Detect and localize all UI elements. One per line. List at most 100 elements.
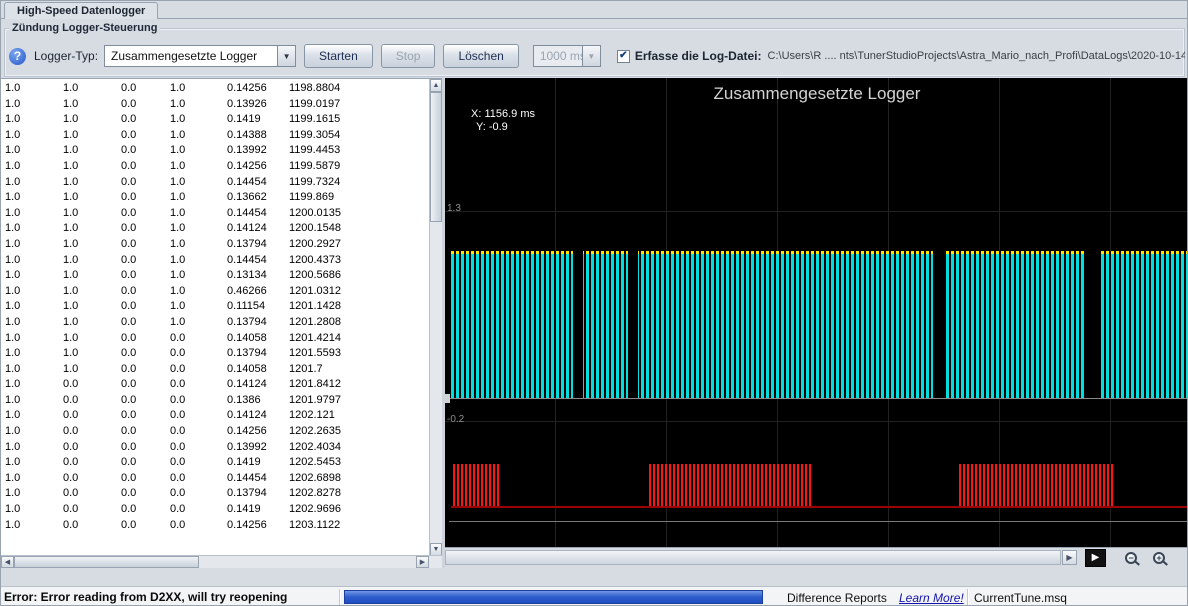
table-row[interactable]: 1.01.00.01.00.141241200.1548: [1, 221, 429, 237]
horizontal-scroll-thumb[interactable]: [14, 556, 199, 568]
table-row[interactable]: 1.01.00.00.00.140581201.4214: [1, 331, 429, 347]
table-row[interactable]: 1.01.00.01.00.14191199.1615: [1, 112, 429, 128]
table-cell: 1200.1548: [289, 221, 429, 237]
table-cell: 0.0: [63, 486, 121, 502]
table-row[interactable]: 1.01.00.01.00.111541201.1428: [1, 299, 429, 315]
table-cell: 0.0: [63, 502, 121, 518]
table-row[interactable]: 1.00.00.00.00.144541202.6898: [1, 471, 429, 487]
table-cell: 1201.1428: [289, 299, 429, 315]
zoom-in-button[interactable]: +: [1147, 549, 1171, 567]
table-cell: 0.0: [63, 440, 121, 456]
table-row[interactable]: 1.01.00.01.00.139921199.4453: [1, 143, 429, 159]
table-cell: 1199.3054: [289, 128, 429, 144]
axis-label-top: 1.3: [447, 203, 461, 214]
table-cell: 1.0: [63, 346, 121, 362]
table-cell: 0.14124: [227, 377, 289, 393]
table-row[interactable]: 1.00.00.00.00.141241201.8412: [1, 377, 429, 393]
plus-glyph: +: [1156, 554, 1161, 563]
capture-log-checkbox[interactable]: ✔: [617, 50, 630, 63]
table-row[interactable]: 1.01.00.01.00.137941201.2808: [1, 315, 429, 331]
scroll-left-arrow-icon[interactable]: ◀: [1, 556, 14, 568]
table-cell: 1202.2635: [289, 424, 429, 440]
table-cell: 1.0: [170, 128, 227, 144]
table-cell: 1.0: [170, 284, 227, 300]
table-row[interactable]: 1.01.00.01.00.142561198.8804: [1, 81, 429, 97]
table-row[interactable]: 1.01.00.01.00.462661201.0312: [1, 284, 429, 300]
interval-combobox[interactable]: 1000 ms ▼: [533, 45, 601, 67]
table-cell: 1.0: [170, 97, 227, 113]
table-cell: 1.0: [5, 518, 63, 534]
scroll-up-arrow-icon[interactable]: ▲: [430, 79, 442, 92]
difference-reports-label[interactable]: Difference Reports: [787, 591, 887, 605]
table-cell: 0.0: [121, 471, 170, 487]
plot-scroll-right-arrow-icon[interactable]: ▶: [1062, 550, 1077, 565]
table-row[interactable]: 1.00.00.00.00.137941202.8278: [1, 486, 429, 502]
table-row[interactable]: 1.00.00.00.00.142561202.2635: [1, 424, 429, 440]
table-cell: 0.0: [121, 424, 170, 440]
learn-more-link[interactable]: Learn More!: [899, 591, 964, 605]
table-row[interactable]: 1.01.00.00.00.140581201.7: [1, 362, 429, 378]
table-cell: 0.13794: [227, 237, 289, 253]
table-cell: 0.0: [63, 424, 121, 440]
red-trace-baseline: [451, 506, 1188, 508]
table-cell: 0.0: [121, 440, 170, 456]
table-cell: 0.0: [121, 284, 170, 300]
table-row[interactable]: 1.01.00.01.00.144541199.7324: [1, 175, 429, 191]
zoom-out-button[interactable]: −: [1119, 549, 1143, 567]
help-icon[interactable]: ?: [9, 48, 26, 65]
table-row[interactable]: 1.01.00.01.00.144541200.4373: [1, 253, 429, 269]
table-row[interactable]: 1.00.00.00.00.14191202.9696: [1, 502, 429, 518]
table-cell: 0.0: [121, 486, 170, 502]
axis-drag-handle[interactable]: [445, 394, 450, 403]
start-button[interactable]: Starten: [304, 44, 373, 68]
table-row[interactable]: 1.00.00.00.00.13861201.9797: [1, 393, 429, 409]
table-cell: 0.14058: [227, 362, 289, 378]
table-vertical-scrollbar[interactable]: ▲ ▼: [429, 79, 442, 556]
vertical-scroll-thumb[interactable]: [430, 92, 442, 222]
table-cell: 1201.0312: [289, 284, 429, 300]
table-cell: 0.14454: [227, 175, 289, 191]
table-cell: 1.0: [63, 81, 121, 97]
clear-button[interactable]: Löschen: [443, 44, 518, 68]
group-title: Zündung Logger-Steuerung: [9, 22, 160, 34]
table-cell: 1.0: [5, 190, 63, 206]
table-cell: 1.0: [63, 112, 121, 128]
table-cell: 1202.121: [289, 408, 429, 424]
table-row[interactable]: 1.01.00.01.00.143881199.3054: [1, 128, 429, 144]
table-row[interactable]: 1.00.00.00.00.141241202.121: [1, 408, 429, 424]
table-cell: 1.0: [170, 81, 227, 97]
table-cell: 1199.7324: [289, 175, 429, 191]
table-cell: 0.46266: [227, 284, 289, 300]
table-cell: 0.13134: [227, 268, 289, 284]
logger-type-combobox[interactable]: Zusammengesetzte Logger ▼: [104, 45, 296, 67]
table-row[interactable]: 1.01.00.01.00.139261199.0197: [1, 97, 429, 113]
table-row[interactable]: 1.01.00.01.00.144541200.0135: [1, 206, 429, 222]
plot-horizontal-scrollbar[interactable]: [445, 550, 1061, 565]
play-button[interactable]: ▶: [1085, 549, 1106, 567]
stop-button[interactable]: Stop: [381, 44, 436, 68]
logger-plot-canvas[interactable]: Zusammengesetzte Logger X: 1156.9 ms Y: …: [445, 78, 1188, 547]
table-cell: 1.0: [5, 206, 63, 222]
table-row[interactable]: 1.00.00.00.00.142561203.1122: [1, 518, 429, 534]
table-cell: 1.0: [63, 175, 121, 191]
logger-type-label: Logger-Typ:: [34, 49, 98, 63]
table-row[interactable]: 1.01.00.01.00.137941200.2927: [1, 237, 429, 253]
table-cell: 0.13794: [227, 486, 289, 502]
tab-high-speed-datenlogger[interactable]: High-Speed Datenlogger: [4, 2, 158, 19]
scroll-right-arrow-icon[interactable]: ▶: [416, 556, 429, 568]
table-cell: 0.0: [121, 377, 170, 393]
table-cell: 1.0: [5, 315, 63, 331]
table-row[interactable]: 1.01.00.01.00.136621199.869: [1, 190, 429, 206]
table-row[interactable]: 1.00.00.00.00.14191202.5453: [1, 455, 429, 471]
table-row[interactable]: 1.01.00.01.00.131341200.5686: [1, 268, 429, 284]
table-horizontal-scrollbar[interactable]: ◀ ▶: [1, 555, 442, 568]
data-table[interactable]: 1.01.00.01.00.142561198.88041.01.00.01.0…: [1, 81, 429, 555]
table-cell: 0.0: [63, 471, 121, 487]
table-row[interactable]: 1.00.00.00.00.139921202.4034: [1, 440, 429, 456]
plot-scroll-thumb[interactable]: [446, 551, 1060, 564]
table-cell: 0.13992: [227, 440, 289, 456]
table-cell: 0.13926: [227, 97, 289, 113]
table-cell: 1.0: [63, 362, 121, 378]
table-row[interactable]: 1.01.00.01.00.142561199.5879: [1, 159, 429, 175]
table-row[interactable]: 1.01.00.00.00.137941201.5593: [1, 346, 429, 362]
